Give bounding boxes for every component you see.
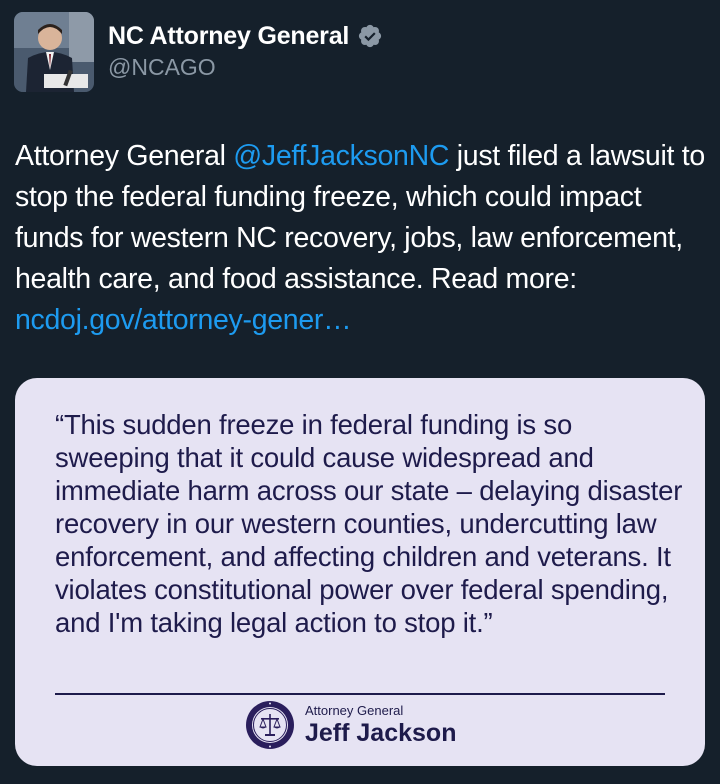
tweet-text-intro: Attorney General [15, 140, 234, 172]
author-name-row: NC Attorney General [108, 18, 383, 54]
avatar[interactable] [14, 12, 94, 92]
signature-text: Attorney General Jeff Jackson [305, 703, 456, 747]
signature-name: Jeff Jackson [305, 719, 457, 747]
author-display-name[interactable]: NC Attorney General [108, 22, 349, 51]
author-handle[interactable]: @NCAGO [108, 54, 216, 81]
signature-block: Attorney General Jeff Jackson [245, 700, 456, 750]
article-link[interactable]: ncdoj.gov/attorney-gener… [15, 304, 352, 336]
profile-photo [14, 12, 94, 92]
mention-link[interactable]: @JeffJacksonNC [233, 140, 449, 172]
signature-title: Attorney General [305, 703, 404, 718]
quote-image-card[interactable]: “This sudden freeze in federal funding i… [15, 378, 705, 766]
department-of-justice-seal-icon [245, 700, 295, 750]
quote-text: “This sudden freeze in federal funding i… [55, 409, 683, 638]
quote-divider [55, 693, 665, 695]
tweet-text: Attorney General @JeffJacksonNC just fil… [15, 136, 715, 341]
verified-badge-icon [357, 23, 383, 49]
